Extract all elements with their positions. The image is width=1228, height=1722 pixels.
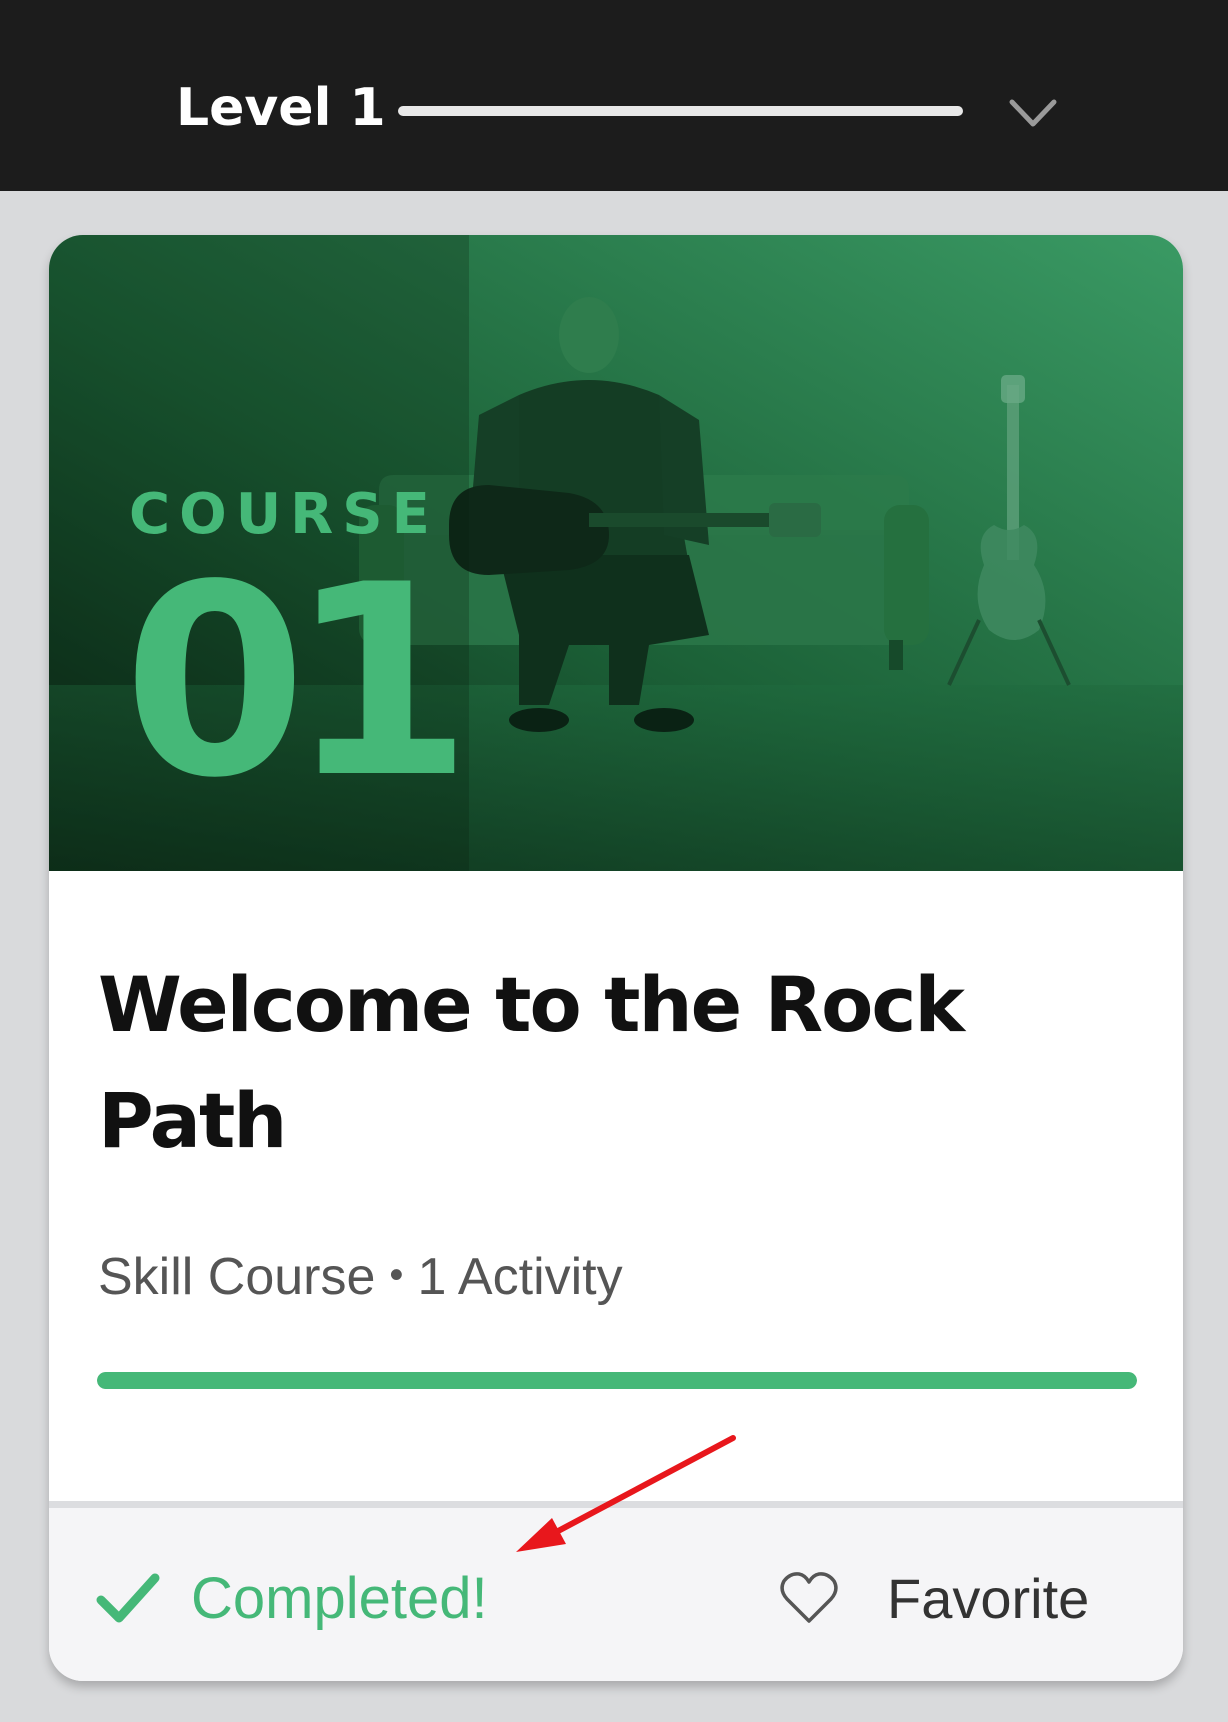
card-footer: Completed! Favorite [49, 1501, 1183, 1681]
course-hero-image: COURSE 01 [49, 235, 1183, 871]
completed-status: Completed! [95, 1558, 488, 1638]
level-header: Level 1 [0, 0, 1228, 191]
activity-count: 1 Activity [417, 1248, 623, 1306]
level-progress-bar [398, 106, 963, 116]
course-number: 01 [123, 529, 472, 836]
chevron-down-icon[interactable] [1004, 86, 1062, 140]
favorite-button[interactable]: Favorite [779, 1558, 1089, 1638]
course-progress-bar [97, 1372, 1137, 1389]
course-meta: Skill Course • 1 Activity [98, 1245, 623, 1307]
course-progress-fill [97, 1372, 1137, 1389]
heart-outline-icon [780, 1572, 838, 1623]
course-card[interactable]: COURSE 01 Welcome to the Rock Path Skill… [49, 235, 1183, 1681]
favorite-label: Favorite [887, 1566, 1090, 1630]
course-title[interactable]: Welcome to the Rock Path [98, 947, 1098, 1179]
check-icon [96, 1573, 160, 1623]
completed-label: Completed! [191, 1565, 488, 1631]
course-type: Skill Course [98, 1248, 376, 1306]
meta-separator: • [389, 1253, 404, 1297]
level-title: Level 1 [176, 78, 386, 138]
